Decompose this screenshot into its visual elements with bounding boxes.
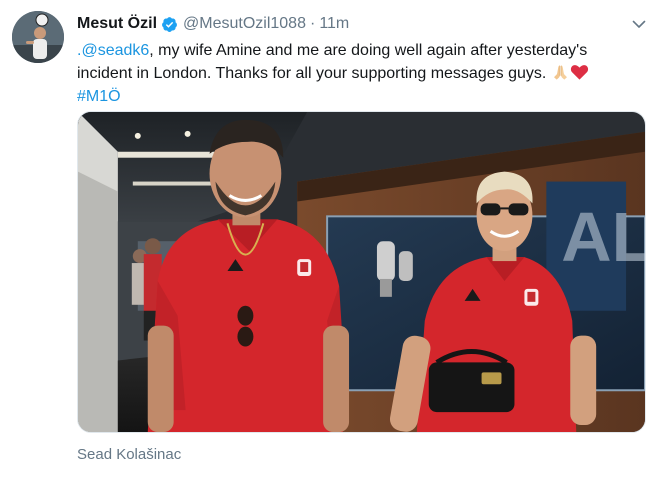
mention-link[interactable]: .@seadk6: [77, 42, 149, 59]
tagged-user-caption[interactable]: Sead Kolašinac: [77, 446, 181, 463]
tweet-photo[interactable]: AL: [77, 111, 646, 433]
folded-hands-emoji: [551, 63, 570, 81]
tweet-header: Mesut Özil @MesutOzil1088 · 11m: [77, 13, 349, 35]
separator-dot: ·: [309, 15, 316, 32]
tweet-body: , my wife Amine and me are doing well ag…: [77, 42, 588, 82]
verified-badge-icon: [161, 16, 178, 33]
photo-image: AL: [78, 112, 645, 432]
author-handle[interactable]: @MesutOzil1088: [183, 15, 306, 33]
avatar-image: [12, 11, 64, 63]
tweet-timestamp[interactable]: 11m: [319, 15, 349, 33]
red-heart-emoji: [570, 63, 589, 81]
author-name[interactable]: Mesut Özil: [77, 15, 157, 33]
chevron-down-icon[interactable]: [631, 16, 647, 32]
hashtag-link[interactable]: #M1Ö: [77, 88, 121, 105]
svg-text:AL: AL: [561, 198, 645, 276]
tweet-text: .@seadk6, my wife Amine and me are doing…: [77, 39, 637, 108]
author-avatar[interactable]: [12, 11, 64, 63]
